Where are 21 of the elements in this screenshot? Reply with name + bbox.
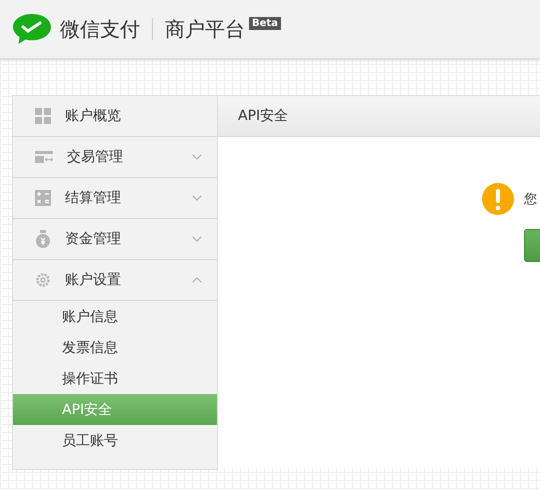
submenu-item[interactable]: 操作证书 <box>13 363 217 394</box>
menu-item[interactable]: 账户设置 <box>13 260 217 301</box>
product-name: 商户平台 <box>165 16 245 42</box>
submenu-item[interactable]: 账户信息 <box>13 301 217 332</box>
beta-badge: Beta <box>249 17 281 30</box>
card-icon <box>35 151 53 163</box>
warning-icon <box>482 183 514 215</box>
panel-title: API安全 <box>238 107 288 125</box>
submenu-item[interactable]: 员工账号 <box>13 425 217 456</box>
menu-item[interactable]: 资金管理 <box>13 219 217 260</box>
calculator-icon <box>35 190 51 206</box>
money-bag-icon <box>35 230 51 248</box>
logo-icon <box>12 12 52 46</box>
menu-item[interactable]: 账户概览 <box>13 96 217 137</box>
brand-name: 微信支付 <box>60 16 140 42</box>
menu-item[interactable]: 结算管理 <box>13 178 217 219</box>
gear-icon <box>35 272 51 288</box>
notice-text: 您 <box>524 191 537 208</box>
submenu-item[interactable]: 发票信息 <box>13 332 217 363</box>
grid-icon <box>35 108 51 124</box>
menu-item[interactable]: 交易管理 <box>13 137 217 178</box>
